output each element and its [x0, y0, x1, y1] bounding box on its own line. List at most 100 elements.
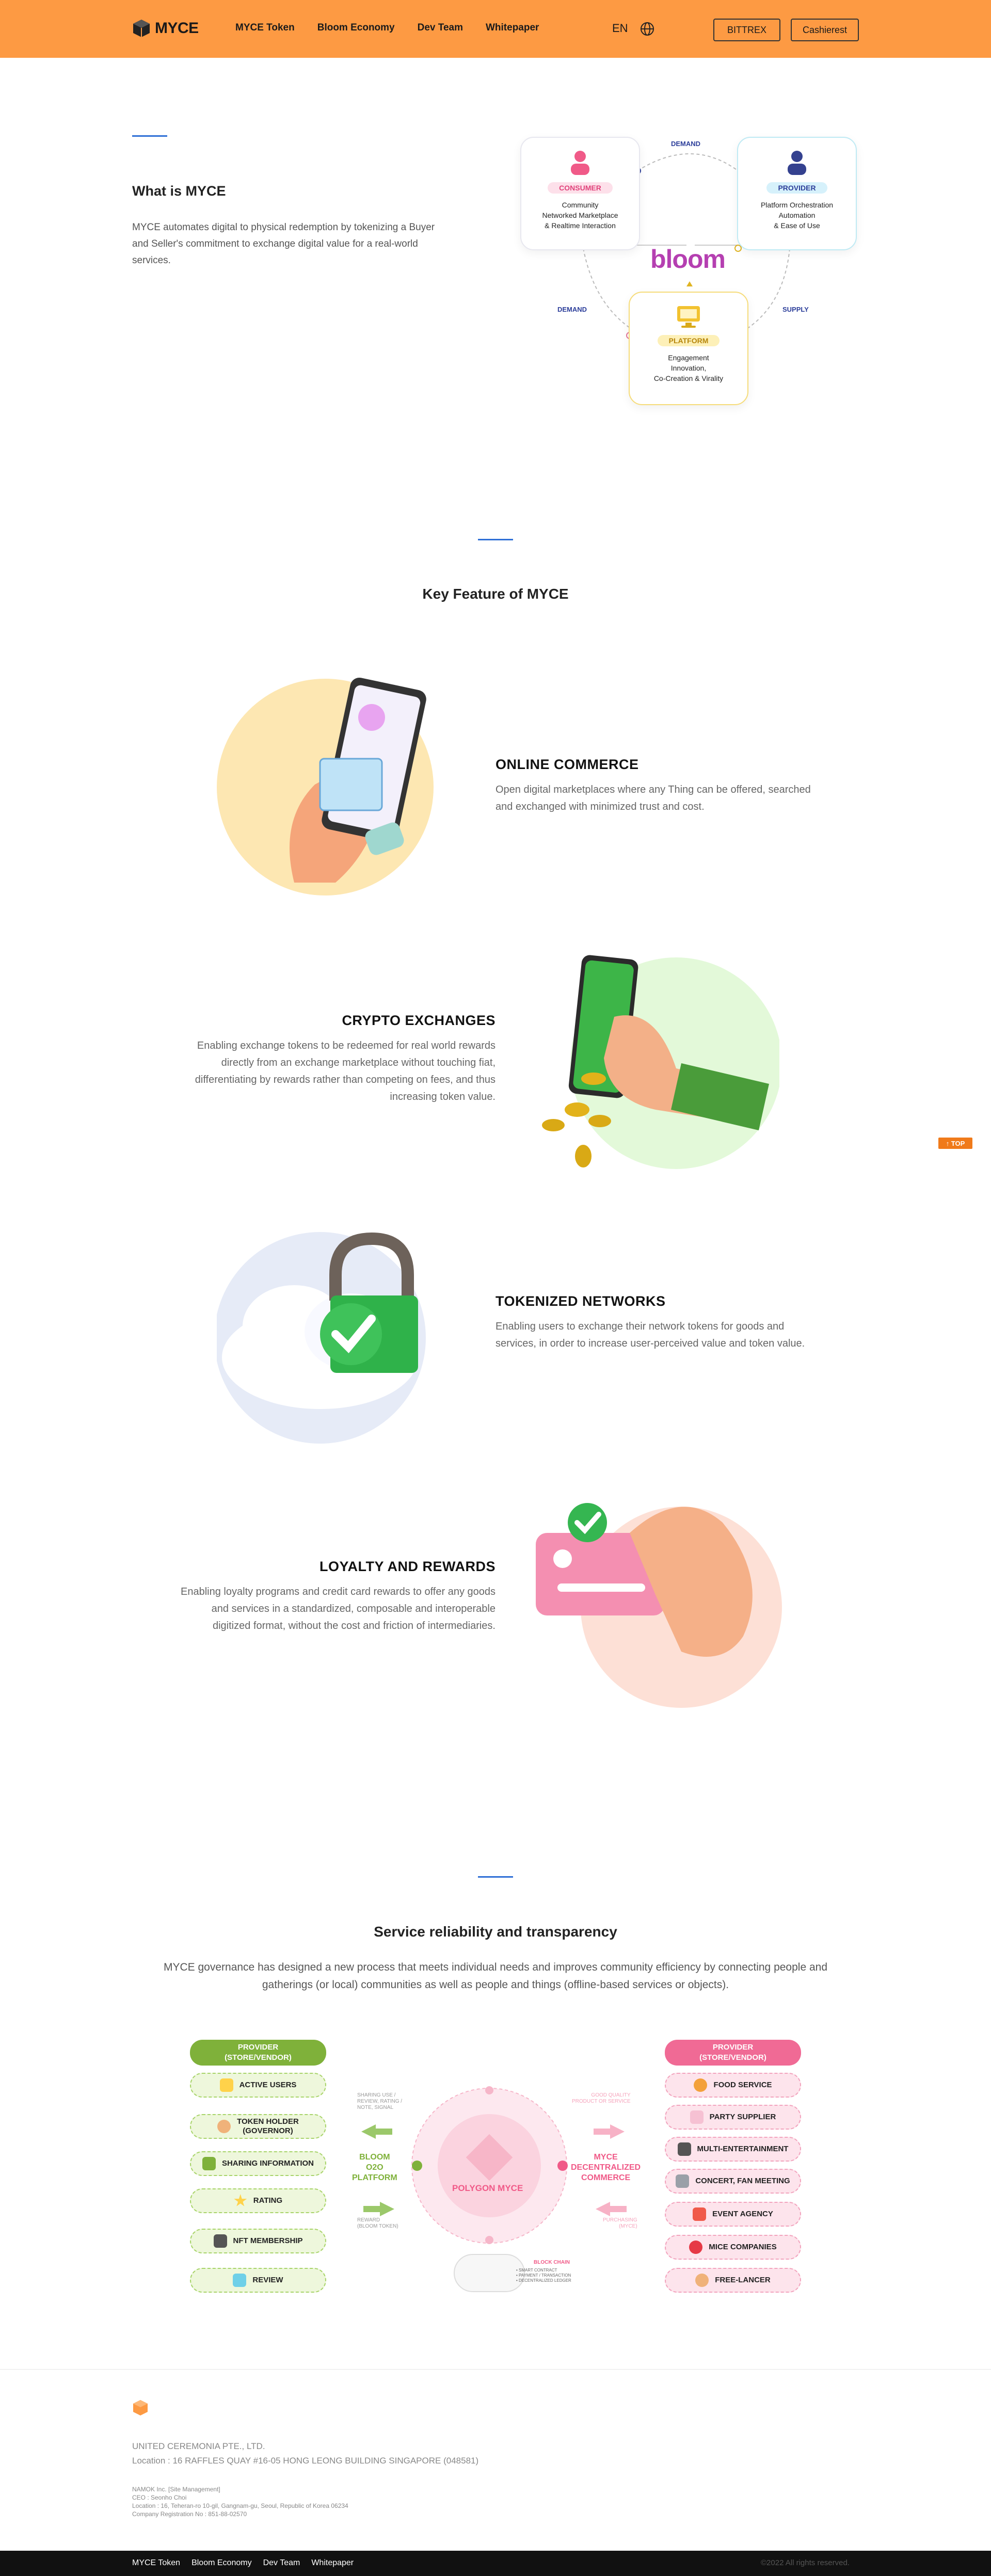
footer-small-text: CEO : Seonho Choi	[132, 2494, 187, 2501]
footer-nav: MYCE Token Bloom Economy Dev Team Whitep…	[132, 2558, 354, 2568]
chip-label: NFT MEMBERSHIP	[233, 2236, 303, 2245]
provider-node: PROVIDER Platform Orchestration Automati…	[737, 137, 857, 250]
what-title-prefix: What is	[132, 183, 186, 199]
polygon-myce-label: POLYGON MYCE	[452, 2183, 523, 2193]
chip-label: PARTY SUPPLIER	[709, 2113, 776, 2121]
section-accent-line	[478, 1876, 513, 1878]
footer-small-text: Company Registration No : 851-88-02570	[132, 2510, 247, 2518]
party-icon	[690, 2110, 704, 2124]
edge-label-supply-right: SUPPLY	[782, 306, 809, 313]
chip-label: FREE-LANCER	[715, 2276, 771, 2284]
platform-description: Engagement Innovation, Co-Creation & Vir…	[653, 354, 724, 382]
left-provider-head: PROVIDER (STORE/VENDOR)	[190, 2040, 326, 2066]
chip-label: FOOD SERVICE	[713, 2081, 772, 2089]
consumer-icon	[571, 151, 589, 175]
footer-nav-myce-token[interactable]: MYCE Token	[132, 2558, 180, 2568]
burger-icon	[694, 2078, 708, 2092]
cashierest-button[interactable]: Cashierest	[791, 19, 859, 41]
chip-label: SHARING INFORMATION	[221, 2159, 314, 2168]
bloom-o2o-platform-label: BLOOM O2O PLATFORM	[352, 2153, 397, 2182]
brand-logo[interactable]: MYCE	[132, 19, 199, 38]
reliability-title-and: and	[492, 1924, 526, 1940]
freelancer-icon	[695, 2274, 709, 2287]
right-chip-party-supplier: PARTY SUPPLIER	[665, 2105, 801, 2130]
left-arrow-top-label: SHARING USE / REVIEW, RATING / NOTE, SIG…	[357, 2092, 403, 2110]
blockchain-item: • SMART CONTRACT	[516, 2268, 557, 2273]
what-is-description: MYCE automates digital to physical redem…	[132, 222, 435, 266]
key-feature-title-rest: of MYCE	[505, 586, 569, 602]
nav-whitepaper[interactable]: Whitepaper	[486, 22, 539, 34]
chip-label: EVENT AGENCY	[712, 2210, 773, 2218]
nav-bloom-economy[interactable]: Bloom Economy	[317, 22, 395, 34]
what-is-title: What is MYCE	[132, 183, 226, 199]
globe-icon[interactable]	[640, 22, 654, 36]
bittrex-button[interactable]: BITTREX	[713, 19, 780, 41]
gamepad-icon	[677, 2142, 691, 2156]
feature-title-tokenized-networks: TOKENIZED NETWORKS	[496, 1293, 666, 1309]
platform-node: PLATFORM Engagement Innovation, Co-Creat…	[629, 292, 748, 405]
chip-label: ACTIVE USERS	[239, 2081, 297, 2089]
nav-myce-token[interactable]: MYCE Token	[235, 22, 295, 34]
section-accent-line	[478, 539, 513, 540]
monitor-icon	[677, 306, 700, 328]
consumer-node: CONSUMER Community Networked Marketplace…	[520, 137, 640, 250]
footer-nav-dev-team[interactable]: Dev Team	[263, 2558, 300, 2568]
brand-name: MYCE	[155, 20, 199, 37]
section-accent-line	[132, 135, 167, 137]
right-chip-event-agency: EVENT AGENCY	[665, 2202, 801, 2227]
left-chip-review: REVIEW	[190, 2268, 326, 2293]
provider-tag: PROVIDER	[766, 182, 827, 194]
footer-bar: MYCE Token Bloom Economy Dev Team Whitep…	[0, 2551, 991, 2576]
site-header: MYCE MYCE Token Bloom Economy Dev Team W…	[0, 0, 991, 58]
chip-label: REVIEW	[252, 2276, 283, 2284]
left-chip-rating: RATING	[190, 2188, 326, 2213]
what-title-brand: MYCE	[185, 183, 226, 199]
blockchain-item: • PAYMENT / TRANSACTION	[516, 2273, 571, 2278]
feature-desc-loyalty-rewards: Enabling loyalty programs and credit car…	[181, 1586, 496, 1631]
blockchain-list: • SMART CONTRACT • PAYMENT / TRANSACTION…	[516, 2268, 571, 2283]
footer-small-text: NAMOK Inc. [Site Management]	[132, 2486, 220, 2493]
footer-company: UNITED CEREMONIA PTE., LTD.	[132, 2441, 265, 2451]
main-nav: MYCE Token Bloom Economy Dev Team Whitep…	[235, 22, 539, 34]
footer-nav-whitepaper[interactable]: Whitepaper	[311, 2558, 354, 2568]
footer-divider	[0, 2369, 991, 2370]
governor-icon	[217, 2120, 231, 2133]
scroll-top-button[interactable]: ↑ TOP	[938, 1138, 972, 1149]
bloom-logo: bloom	[650, 245, 726, 274]
chip-label: RATING	[253, 2196, 283, 2205]
edge-label-demand-left: DEMAND	[557, 306, 587, 313]
left-chip-active-users: ACTIVE USERS	[190, 2073, 326, 2098]
left-arrow-bottom-label: REWARD (BLOOM TOKEN)	[357, 2217, 398, 2229]
right-arrow-top-label: GOOD QUALITY PRODUCT OR SERVICE	[572, 2092, 631, 2104]
left-chip-sharing-information: SHARING INFORMATION	[190, 2151, 326, 2176]
users-icon	[219, 2078, 233, 2092]
chip-label: TOKEN HOLDER (GOVERNOR)	[237, 2117, 299, 2135]
language-selector[interactable]: EN	[612, 22, 628, 35]
feature-desc-crypto-exchanges: Enabling exchange tokens to be redeemed …	[195, 1040, 496, 1102]
platform-tag: PLATFORM	[657, 335, 720, 346]
nav-dev-team[interactable]: Dev Team	[418, 22, 463, 34]
cube-logo-icon	[133, 20, 150, 37]
star-icon	[234, 2194, 247, 2206]
chat-bubble-icon	[233, 2274, 247, 2287]
balloon-icon	[689, 2241, 703, 2254]
feature-title-loyalty-rewards: LOYALTY AND REWARDS	[319, 1559, 496, 1574]
footer-nav-bloom-economy[interactable]: Bloom Economy	[191, 2558, 252, 2568]
right-arrow-bottom-label: PURCHASING (MYCE)	[603, 2217, 637, 2229]
feature-title-crypto-exchanges: CRYPTO EXCHANGES	[342, 1013, 496, 1028]
provider-description: Platform Orchestration Automation & Ease…	[760, 201, 834, 230]
reliability-title: Service reliability and transparency	[0, 1924, 991, 1940]
chip-label: CONCERT, FAN MEETING	[695, 2177, 790, 2185]
blockchain-item: • DECENTRALIZED LEDGER	[516, 2278, 571, 2283]
right-chip-concert-fan-meeting: CONCERT, FAN MEETING	[665, 2169, 801, 2194]
right-chip-multi-entertainment: MULTI-ENTERTAINMENT	[665, 2137, 801, 2162]
footer-small-text: Location : 16, Teheran-ro 10-gil, Gangna…	[132, 2502, 348, 2509]
copyright: ©2022 All rights reserved.	[761, 2558, 850, 2567]
left-chip-token-holder: TOKEN HOLDER (GOVERNOR)	[190, 2114, 326, 2139]
right-chip-free-lancer: FREE-LANCER	[665, 2268, 801, 2293]
edge-label-demand-top: DEMAND	[671, 140, 701, 148]
chip-label: MICE COMPANIES	[709, 2243, 777, 2251]
myce-decentralized-commerce-label: MYCE DECENTRALIZED COMMERCE	[571, 2153, 641, 2182]
reliability-title-bold1: Service reliability	[374, 1924, 493, 1940]
microphone-icon	[676, 2174, 690, 2188]
